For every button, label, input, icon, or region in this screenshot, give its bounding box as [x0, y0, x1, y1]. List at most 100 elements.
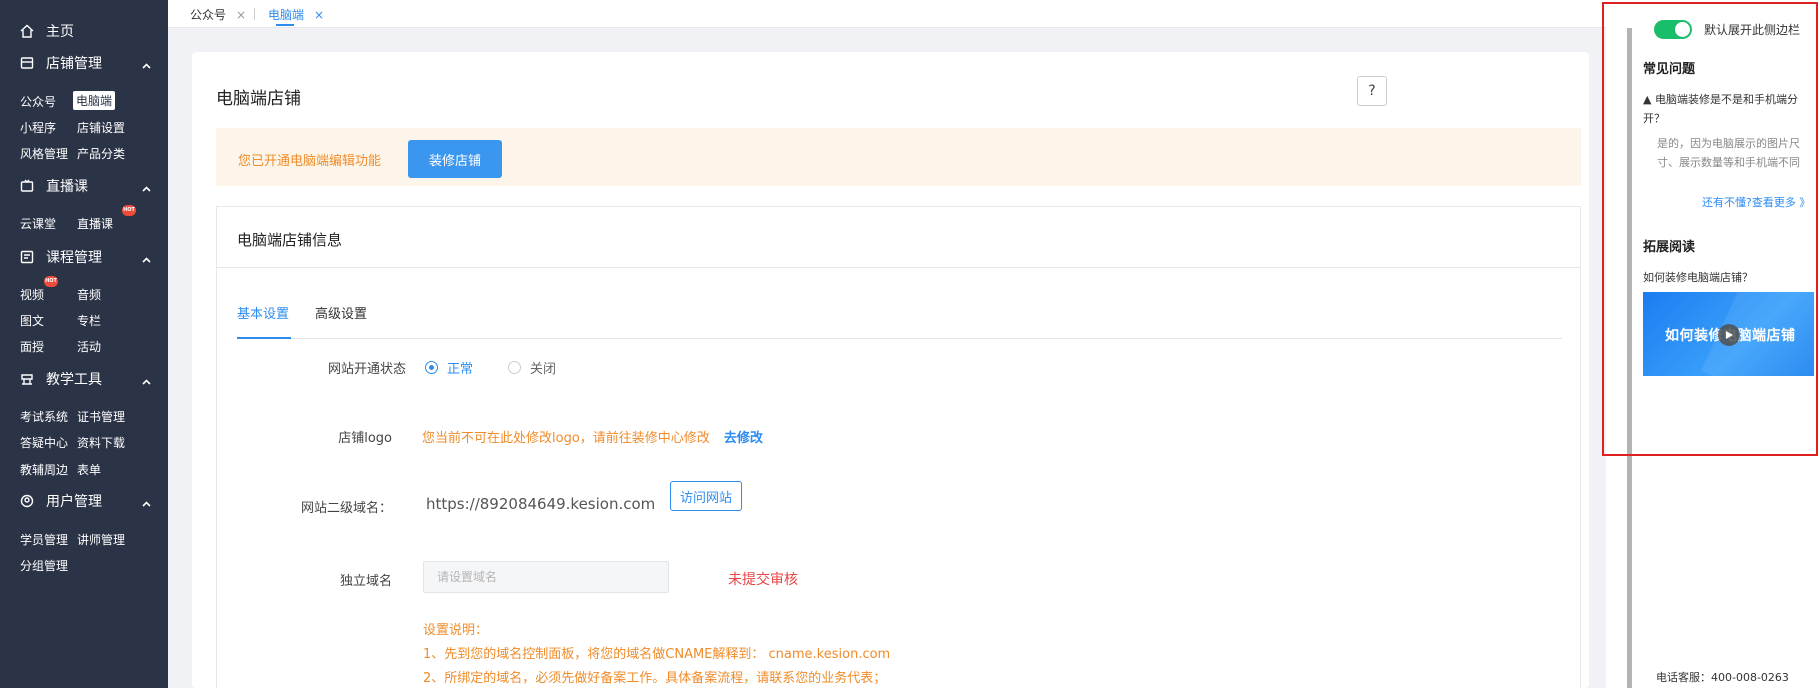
logo-notice: 您当前不可在此处修改logo，请前往装修中心修改 去修改 — [422, 427, 763, 446]
store-icon — [20, 56, 34, 70]
sidebar-item-qa[interactable]: 答疑中心 — [20, 434, 68, 451]
active-tab-indicator — [276, 24, 294, 26]
faq-title: 常见问题 — [1643, 62, 1696, 77]
tab-pc[interactable]: 电脑端 × — [268, 6, 324, 23]
see-more-link[interactable]: 还有不懂?查看更多 》 — [1702, 194, 1810, 210]
nav-section-tools[interactable]: 教学工具 — [0, 364, 168, 394]
custom-domain-input[interactable] — [423, 561, 669, 593]
status-normal-radio[interactable]: 正常 — [425, 358, 473, 377]
faq-answer: 是的，因为电脑展示的图片尺寸、展示数量等和手机端不同 — [1657, 137, 1800, 169]
status-closed-label: 关闭 — [530, 362, 557, 377]
radio-unchecked-icon — [508, 361, 521, 374]
nav-section-store-label: 店铺管理 — [46, 56, 102, 72]
status-normal-label: 正常 — [447, 362, 474, 377]
page-title: 电脑端店铺 — [216, 89, 301, 109]
sidebar-item-exam[interactable]: 考试系统 — [20, 408, 68, 425]
nav-section-live-label: 直播课 — [46, 179, 88, 195]
sidebar-item-column[interactable]: 专栏 — [77, 312, 101, 329]
list-icon — [20, 250, 34, 264]
help-button[interactable]: ? — [1357, 76, 1387, 106]
chevron-up-icon — [142, 180, 151, 192]
sidebar-item-form[interactable]: 表单 — [77, 461, 101, 478]
sidebar-item-pc[interactable]: 电脑端 — [73, 91, 116, 110]
instruction-line-1: 1、先到您的域名控制面板，将您的域名做CNAME解释到： cname.kesio… — [423, 647, 891, 662]
radio-checked-icon — [425, 361, 438, 374]
chevron-up-icon — [142, 495, 151, 507]
sidebar-item-store-settings[interactable]: 店铺设置 — [77, 119, 125, 136]
sidebar-item-cloud-class[interactable]: 云课堂 — [20, 215, 56, 232]
nav-section-tools-label: 教学工具 — [46, 372, 102, 388]
toggle-label: 默认展开此侧边栏 — [1704, 23, 1801, 37]
sidebar-item-activity[interactable]: 活动 — [77, 338, 101, 355]
phone-support: 电话客服：400-008-0263 — [1656, 671, 1789, 684]
chevron-up-icon — [142, 57, 151, 69]
sidebar-item-miniprogram[interactable]: 小程序 — [20, 119, 56, 136]
triangle-up-icon: ▲ — [1643, 93, 1655, 106]
nav-section-users[interactable]: 用户管理 — [0, 486, 168, 516]
sidebar-item-offline[interactable]: 面授 — [20, 338, 44, 355]
chevron-up-icon — [142, 373, 151, 385]
nav-section-store[interactable]: 店铺管理 — [0, 48, 168, 78]
close-icon[interactable]: × — [314, 8, 324, 22]
active-tab-indicator — [237, 337, 291, 339]
sidebar-item-live-class[interactable]: 直播课 — [77, 215, 113, 232]
subdomain-value: https://892084649.kesion.com — [426, 495, 656, 513]
faq-question[interactable]: ▲ 电脑端装修是不是和手机端分开？ — [1643, 90, 1811, 128]
visit-site-button[interactable]: 访问网站 — [670, 481, 742, 511]
site-status-label: 网站开通状态 — [327, 362, 406, 377]
tab-gzh-label: 公众号 — [190, 8, 227, 22]
tab-bar: 公众号 × 电脑端 × — [168, 0, 1606, 28]
store-info-title: 电脑端店铺信息 — [217, 207, 1580, 268]
sidebar-item-merch[interactable]: 教辅周边 — [20, 461, 68, 478]
nav-section-live[interactable]: 直播课 — [0, 171, 168, 201]
nav-home-label: 主页 — [46, 24, 74, 40]
sidebar-item-teachers[interactable]: 讲师管理 — [77, 531, 125, 548]
sidebar-item-article[interactable]: 图文 — [20, 312, 44, 329]
faq-question-text: 电脑端装修是不是和手机端分开？ — [1643, 93, 1798, 125]
sidebar-item-audio[interactable]: 音频 — [77, 286, 101, 303]
tab-advanced-settings[interactable]: 高级设置 — [315, 303, 367, 322]
tab-basic-settings[interactable]: 基本设置 — [237, 303, 289, 322]
sidebar: 主页 店铺管理 公众号 电脑端 小程序 店铺设置 风格管理 产品分类 直播课 云… — [0, 0, 168, 688]
tab-divider — [254, 8, 255, 20]
nav-section-course[interactable]: 课程管理 — [0, 242, 168, 272]
hot-badge: HOT — [44, 276, 58, 287]
store-logo-label: 店铺logo — [338, 431, 392, 446]
nav-section-users-label: 用户管理 — [46, 494, 102, 510]
status-closed-radio[interactable]: 关闭 — [508, 358, 556, 377]
home-icon — [20, 24, 34, 38]
custom-domain-label: 独立域名 — [339, 574, 392, 589]
sidebar-item-certificate[interactable]: 证书管理 — [77, 408, 125, 425]
sidebar-item-download[interactable]: 资料下载 — [77, 434, 125, 451]
settings-tabs: 基本设置 高级设置 — [237, 303, 1562, 339]
notice-bar: 您已开通电脑端编辑功能 装修店铺 — [216, 128, 1581, 186]
sidebar-item-video[interactable]: 视频 — [20, 286, 44, 303]
live-icon — [20, 179, 34, 193]
user-icon — [20, 494, 34, 508]
subdomain-label: 网站二级域名： — [300, 501, 392, 516]
instructions-title: 设置说明： — [423, 623, 489, 638]
sidebar-item-groups[interactable]: 分组管理 — [20, 557, 68, 574]
reading-title: 拓展阅读 — [1643, 240, 1696, 255]
reading-item[interactable]: 如何装修电脑端店铺？ — [1643, 269, 1753, 285]
sidebar-item-students[interactable]: 学员管理 — [20, 531, 68, 548]
instruction-line-2: 2、所绑定的域名，必须先做好备案工作。具体备案流程，请联系您的业务代表； — [423, 671, 887, 686]
store-info-panel: 电脑端店铺信息 基本设置 高级设置 — [216, 206, 1581, 688]
expand-sidebar-toggle[interactable] — [1654, 20, 1692, 39]
sidebar-item-style[interactable]: 风格管理 — [20, 145, 68, 162]
nav-home[interactable]: 主页 — [0, 16, 168, 46]
decorate-store-button[interactable]: 装修店铺 — [408, 140, 502, 178]
sidebar-item-category[interactable]: 产品分类 — [77, 145, 125, 162]
tab-gzh[interactable]: 公众号 × — [190, 6, 246, 23]
tutorial-video[interactable]: 如何装修电脑端店铺 — [1643, 292, 1814, 376]
logo-notice-text: 您当前不可在此处修改logo，请前往装修中心修改 — [422, 431, 710, 446]
domain-review-status: 未提交审核 — [728, 572, 798, 588]
highlight-frame — [1602, 2, 1818, 456]
hot-badge: HOT — [122, 205, 136, 216]
close-icon[interactable]: × — [236, 8, 246, 22]
edit-logo-link[interactable]: 去修改 — [724, 431, 763, 446]
chevron-up-icon — [142, 251, 151, 263]
sidebar-item-gzh[interactable]: 公众号 — [20, 93, 56, 110]
tools-icon — [20, 372, 34, 386]
play-icon[interactable] — [1718, 324, 1740, 346]
